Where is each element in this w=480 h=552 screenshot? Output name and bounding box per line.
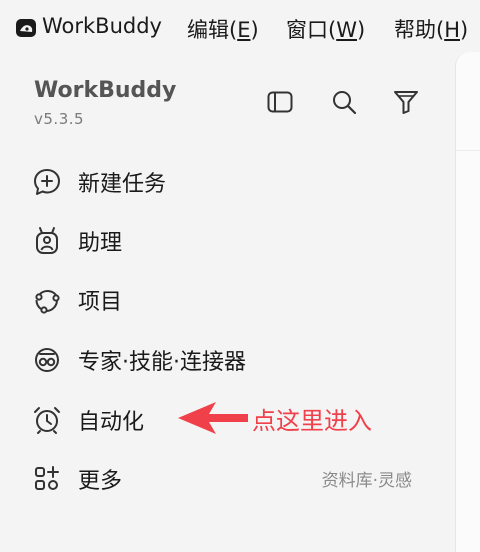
- project-icon: [35, 290, 60, 314]
- nav-label: 专家·技能·连接器: [78, 350, 246, 375]
- nav-label: 项目: [78, 290, 123, 315]
- nav-item-more[interactable]: 更多 资料库·灵感: [32, 460, 432, 496]
- nav-label: 新建任务: [78, 172, 167, 197]
- nav-item-project[interactable]: 项目: [32, 281, 432, 317]
- alarm-clock-icon: [34, 407, 60, 434]
- nav-item-experts-skills-connectors[interactable]: 专家·技能·连接器: [32, 341, 432, 377]
- new-task-icon: [34, 169, 60, 195]
- more-grid-icon: [35, 466, 59, 490]
- nav-label: 助理: [78, 231, 123, 256]
- menu-bar: WorkBuddy 编辑(E) 窗口(W) 帮助(H): [0, 0, 480, 56]
- app-logo-icon: [16, 19, 36, 37]
- app-menu[interactable]: WorkBuddy: [42, 14, 162, 38]
- nav-item-new-task[interactable]: 新建任务: [32, 163, 432, 199]
- nav-label: 更多: [78, 469, 123, 494]
- sidebar-toggle-icon[interactable]: [266, 88, 294, 116]
- main-panel: [455, 52, 480, 552]
- more-hint: 资料库·灵感: [321, 471, 412, 491]
- main-divider: [456, 150, 480, 151]
- brand-name: WorkBuddy: [34, 78, 177, 103]
- search-icon[interactable]: [330, 88, 358, 116]
- experts-icon: [35, 348, 59, 372]
- callout-text: 点这里进入: [252, 407, 372, 435]
- help-menu[interactable]: 帮助(H): [394, 14, 468, 44]
- edit-menu[interactable]: 编辑(E): [187, 14, 259, 44]
- version-label: v5.3.5: [34, 110, 85, 128]
- nav-item-assistant[interactable]: 助理: [32, 222, 432, 258]
- assistant-icon: [36, 227, 58, 254]
- nav-label: 自动化: [78, 410, 145, 435]
- filter-icon[interactable]: [392, 88, 420, 116]
- window-menu[interactable]: 窗口(W): [286, 14, 365, 44]
- callout-arrow-icon: [178, 402, 248, 434]
